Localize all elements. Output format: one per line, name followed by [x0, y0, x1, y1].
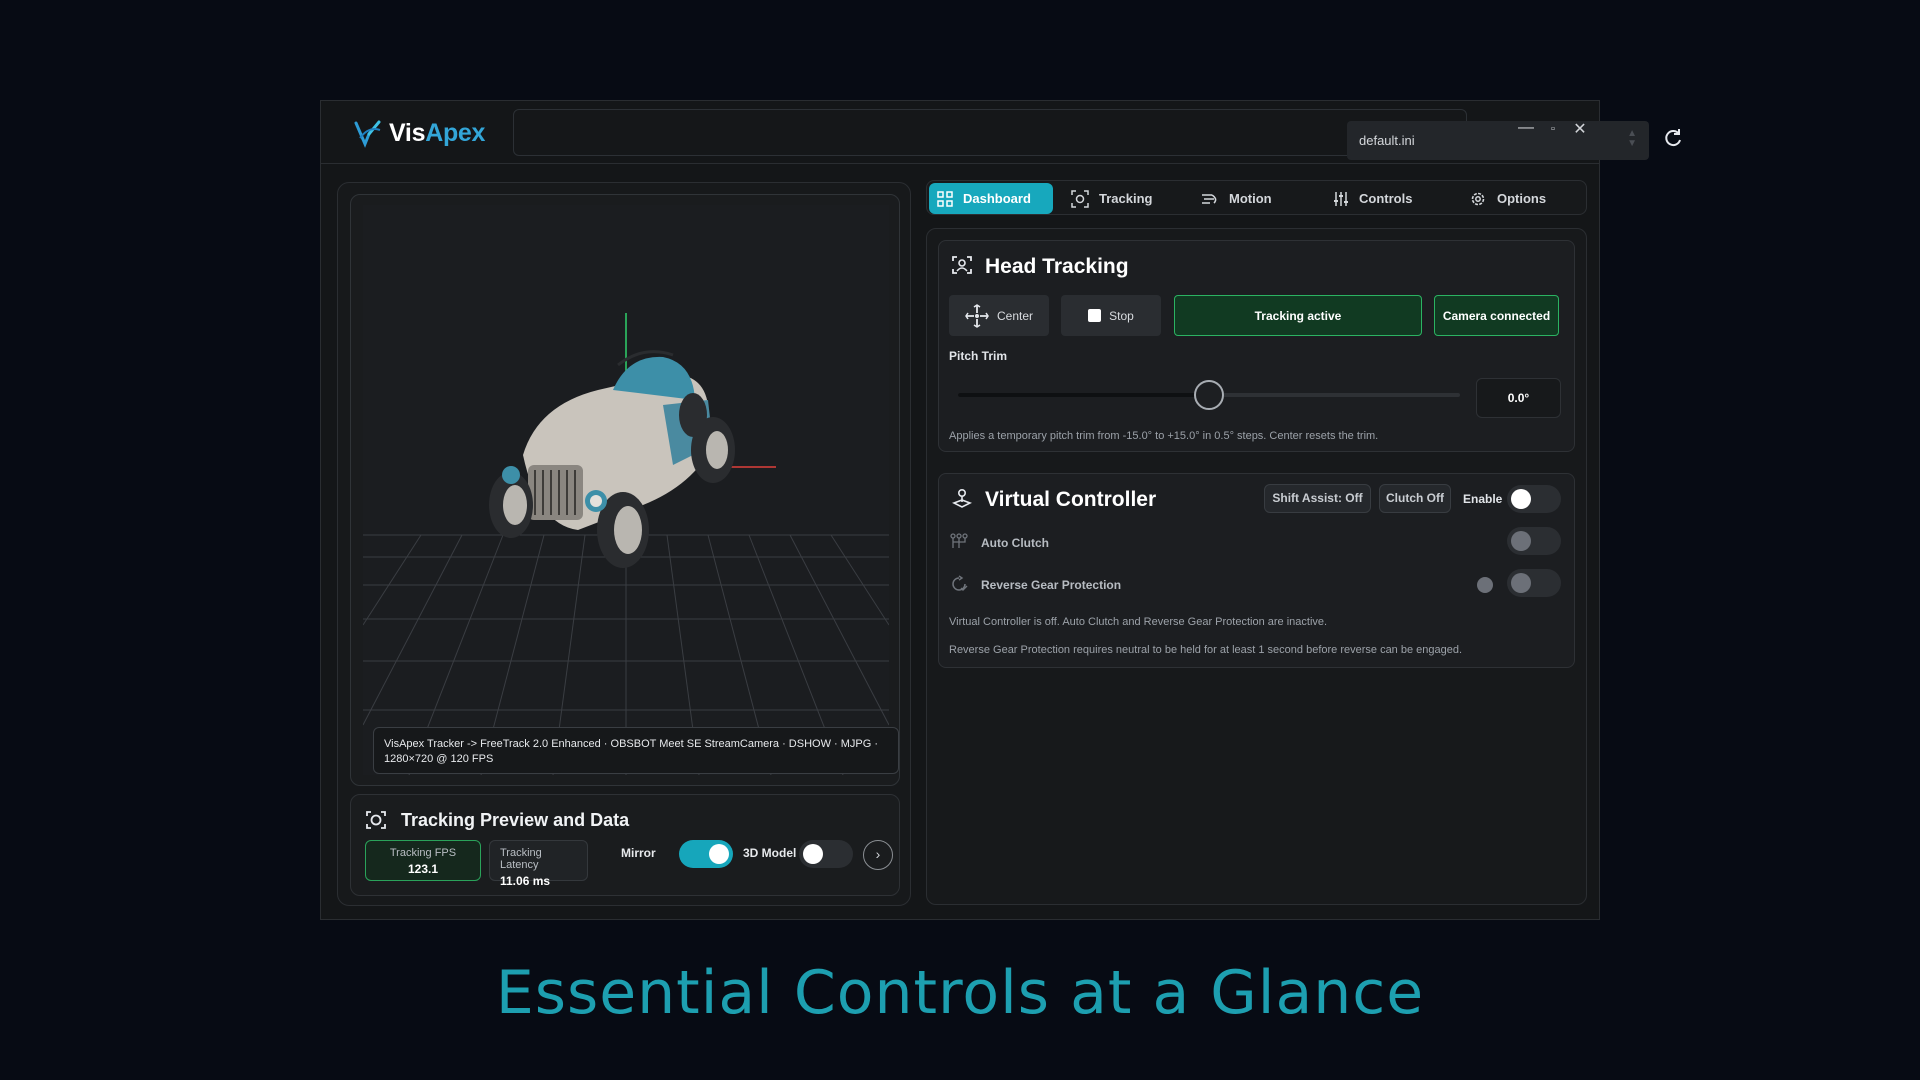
dashboard-icon	[937, 190, 953, 207]
sliders-icon	[1334, 191, 1348, 206]
tracker-status-line: 1280×720 @ 120 FPS	[384, 753, 494, 765]
center-button-label: Center	[996, 308, 1034, 323]
pitch-trim-label: Pitch Trim	[949, 349, 1008, 363]
stop-button-label: Stop	[1109, 308, 1134, 323]
reverse-gear-protection-label: Reverse Gear Protection	[981, 578, 1122, 592]
shift-assist-chip[interactable]: Shift Assist: Off	[1264, 484, 1371, 513]
tab-label: Dashboard	[963, 191, 1031, 206]
shield-icon	[952, 575, 968, 591]
3d-model-label: 3D Model	[743, 846, 797, 860]
pitch-trim-slider-handle[interactable]	[1194, 380, 1224, 410]
mirror-toggle[interactable]	[679, 840, 733, 868]
camera-connected-badge: Camera connected	[1434, 295, 1559, 336]
motion-icon	[1202, 193, 1217, 204]
marketing-headline: Essential Controls at a Glance	[495, 958, 1425, 1028]
camera-connected-label: Camera connected	[1442, 308, 1551, 323]
clutch-pedal-icon	[950, 533, 968, 548]
toggle-knob	[1511, 573, 1531, 593]
app-logo-text: VisApex	[389, 118, 486, 147]
tracking-latency-stat: Tracking Latency 11.06 ms	[489, 840, 588, 888]
head-tracking-card: Head Tracking Center Stop Tracking activ…	[938, 240, 1575, 452]
main-tabs: Dashboard Tracking Motion Controls Optio…	[926, 180, 1587, 215]
tracking-fps-value: 123.1	[407, 862, 439, 876]
refresh-button[interactable]	[1659, 125, 1687, 153]
joystick-icon	[952, 488, 972, 508]
head-tracking-title: Head Tracking	[985, 255, 1129, 278]
tracker-status-box: VisApex Tracker -> FreeTrack 2.0 Enhance…	[373, 727, 899, 774]
tracking-latency-value: 11.06 ms	[500, 874, 551, 888]
app-window: VisApex default.ini ▲ ▼ — ▫ ✕ VisApex Tr…	[320, 100, 1681, 920]
pitch-trim-slider-fill	[958, 393, 1209, 397]
up-down-arrows-icon: ▲ ▼	[1627, 128, 1637, 149]
mirror-label: Mirror	[621, 846, 656, 860]
tracking-icon	[1071, 189, 1089, 208]
3d-viewport[interactable]: VisApex Tracker -> FreeTrack 2.0 Enhance…	[362, 205, 899, 776]
stop-button[interactable]: Stop	[1061, 295, 1161, 336]
refresh-icon	[1665, 129, 1681, 147]
tab-tracking[interactable]: Tracking	[1063, 183, 1173, 214]
center-move-icon	[965, 303, 989, 328]
auto-clutch-toggle[interactable]	[1507, 527, 1561, 555]
app-logo: VisApex	[353, 117, 485, 149]
maximize-icon: ▫	[1551, 123, 1555, 135]
top-bar-field: default.ini ▲ ▼	[513, 109, 1681, 160]
3d-scene	[362, 313, 890, 776]
tracking-fps-stat: Tracking FPS 123.1	[365, 840, 481, 881]
title-bar: VisApex default.ini ▲ ▼ — ▫ ✕	[321, 101, 1681, 164]
center-button[interactable]: Center	[949, 295, 1049, 336]
tracking-preview-title: Tracking Preview and Data	[401, 810, 630, 830]
virtual-controller-enable-toggle[interactable]	[1507, 485, 1561, 513]
gear-icon	[1471, 192, 1485, 205]
tab-label: Options	[1497, 191, 1547, 206]
tab-controls[interactable]: Controls	[1325, 183, 1435, 214]
reverse-gear-note: Reverse Gear Protection requires neutral…	[949, 644, 1463, 656]
tracking-active-badge: Tracking active	[1174, 295, 1422, 336]
virtual-controller-status-note: Virtual Controller is off. Auto Clutch a…	[949, 616, 1328, 628]
tab-options[interactable]: Options	[1461, 183, 1571, 214]
tab-motion[interactable]: Motion	[1193, 183, 1303, 214]
profile-select-value: default.ini	[1359, 133, 1415, 148]
virtual-controller-title: Virtual Controller	[985, 488, 1157, 511]
tab-label: Tracking	[1099, 191, 1153, 206]
toggle-knob	[1511, 531, 1531, 551]
chevron-right-icon: ›	[875, 846, 881, 862]
tracking-latency-label: Tracking Latency	[500, 847, 542, 871]
pitch-trim-note: Applies a temporary pitch trim from -15.…	[949, 430, 1379, 442]
close-button[interactable]: ✕	[1569, 119, 1591, 143]
close-icon: ✕	[1573, 121, 1587, 138]
tab-label: Motion	[1229, 191, 1272, 206]
reverse-gear-status-dot	[1477, 577, 1493, 593]
head-scan-icon	[952, 256, 972, 274]
reverse-gear-protection-toggle[interactable]	[1507, 569, 1561, 597]
visapex-logo-icon	[354, 120, 381, 148]
toggle-knob	[803, 844, 823, 864]
tab-label: Controls	[1359, 191, 1413, 206]
tracking-preview-card: Tracking Preview and Data Tracking FPS 1…	[350, 794, 900, 896]
minimize-button[interactable]: —	[1515, 119, 1537, 143]
expand-button[interactable]: ›	[863, 840, 893, 870]
maximize-button[interactable]: ▫	[1542, 123, 1564, 147]
auto-clutch-label: Auto Clutch	[981, 536, 1049, 550]
pitch-trim-value[interactable]: 0.0°	[1476, 378, 1561, 418]
enable-label: Enable	[1463, 492, 1503, 506]
stop-icon	[1088, 309, 1102, 322]
toggle-knob	[709, 844, 729, 864]
virtual-controller-card: Virtual Controller Shift Assist: Off Clu…	[938, 473, 1575, 668]
tracker-status-line: VisApex Tracker -> FreeTrack 2.0 Enhance…	[384, 738, 879, 750]
clutch-chip[interactable]: Clutch Off	[1379, 484, 1451, 513]
dashboard-panel: Head Tracking Center Stop Tracking activ…	[926, 228, 1587, 905]
toggle-knob	[1511, 489, 1531, 509]
3d-model-toggle[interactable]	[799, 840, 853, 868]
car-model	[489, 350, 735, 568]
viewport-frame: VisApex Tracker -> FreeTrack 2.0 Enhance…	[350, 194, 900, 786]
tracking-active-label: Tracking active	[1254, 308, 1342, 323]
left-panel: VisApex Tracker -> FreeTrack 2.0 Enhance…	[337, 182, 911, 906]
tracking-fps-label: Tracking FPS	[389, 847, 457, 859]
tab-dashboard[interactable]: Dashboard	[929, 183, 1053, 214]
profile-select[interactable]: default.ini ▲ ▼	[1347, 121, 1649, 160]
minimize-icon: —	[1518, 119, 1534, 136]
face-scan-icon	[366, 811, 386, 829]
